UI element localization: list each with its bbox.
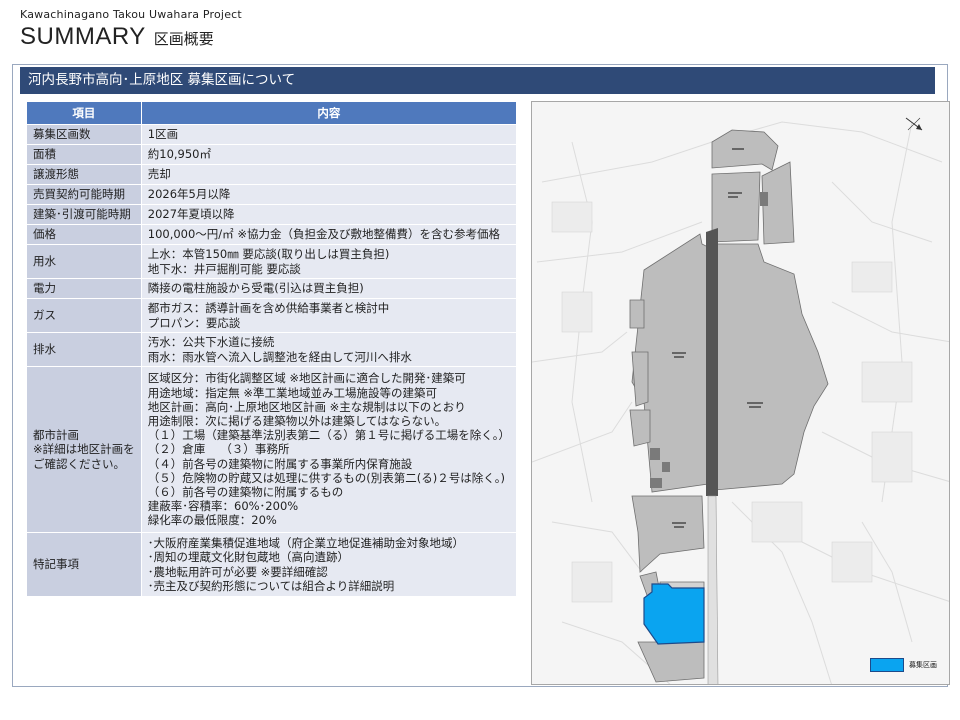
- row-value: 区域区分：市街化調整区域 ※地区計画に適合した開発･建築可 用途地域：指定無 ※準…: [140, 366, 518, 533]
- row-label-line: 募集区画数: [33, 127, 91, 142]
- row-value-line: （１）工場（建築基準法別表第二（る）第１号に掲げる工場を除く。）: [147, 428, 510, 443]
- site-map: 募集区画: [531, 101, 950, 685]
- row-value-line: 地下水：井戸掘削可能 要応談: [147, 261, 301, 276]
- row-label: 価格: [26, 224, 142, 245]
- row-value-line: 売却: [147, 167, 171, 182]
- row-label-line: 譲渡形態: [33, 167, 79, 182]
- row-label: ガス: [26, 298, 142, 333]
- row-label-line: 建築･引渡可能時期: [33, 207, 131, 222]
- recruitment-site: [643, 583, 705, 645]
- row-label: 都市計画 ※詳細は地区計画を ご確認ください。: [26, 366, 142, 533]
- row-value: 都市ガス：誘導計画を含め供給事業者と検討中 プロパン：要応談: [140, 298, 518, 333]
- row-label-line: 価格: [33, 227, 56, 242]
- row-value-line: （２）倉庫 （３）事務所: [147, 442, 290, 457]
- row-value-line: 上水：本管150㎜ 要応談(取り出しは買主負担): [147, 247, 390, 262]
- row-label: 譲渡形態: [26, 164, 142, 185]
- row-label: 用水: [26, 244, 142, 279]
- page-subtitle: 区画概要: [153, 30, 214, 48]
- row-value: 2026年5月以降: [140, 184, 518, 205]
- section-title: 河内長野市高向･上原地区 募集区画について: [20, 67, 935, 94]
- table-row: 面積 約10,950㎡: [26, 144, 518, 165]
- row-label-line: 用水: [33, 254, 56, 269]
- table-header-row: 項目 内容: [26, 101, 518, 125]
- page-title: SUMMARY: [20, 23, 146, 50]
- legend-label: 募集区画: [909, 661, 937, 669]
- table-row: 建築･引渡可能時期 2027年夏頃以降: [26, 204, 518, 225]
- row-value-line: 100,000～円/㎡ ※協力金（負担金及び敷地整備費）を含む参考価格: [147, 227, 500, 242]
- row-value-line: （５）危険物の貯蔵又は処理に供するもの(別表第二(る)２号は除く。): [147, 470, 505, 485]
- row-value-line: プロパン：要応談: [147, 315, 241, 330]
- row-value-line: 1区画: [147, 127, 179, 142]
- row-value-line: ･売主及び契約形態については組合より詳細説明: [147, 578, 395, 593]
- row-value: 売却: [140, 164, 518, 185]
- row-label: 面積: [26, 144, 142, 165]
- table-row: 価格 100,000～円/㎡ ※協力金（負担金及び敷地整備費）を含む参考価格: [26, 224, 518, 245]
- row-label-line: ガス: [33, 308, 56, 323]
- row-value-line: ･農地転用許可が必要 ※要詳細確認: [147, 564, 328, 579]
- legend-swatch: [870, 658, 904, 672]
- map-drawing: [532, 102, 949, 684]
- row-label: 建築･引渡可能時期: [26, 204, 142, 225]
- header-content: 内容: [140, 101, 518, 125]
- row-value-line: 汚水：公共下水道に接続: [147, 335, 275, 350]
- table-row: 譲渡形態 売却: [26, 164, 518, 185]
- table-row: ガス 都市ガス：誘導計画を含め供給事業者と検討中 プロパン：要応談: [26, 298, 518, 333]
- table-body: 募集区画数 1区画面積 約10,950㎡譲渡形態 売却売買契約可能時期 2026年5月以…: [26, 124, 518, 597]
- row-label-line: 電力: [33, 281, 56, 296]
- row-label: 特記事項: [26, 532, 142, 597]
- row-label-line: 都市計画: [33, 428, 79, 443]
- row-value-line: 用途制限：次に掲げる建築物以外は建築してはならない。: [147, 413, 447, 428]
- project-name: Kawachinagano Takou Uwahara Project: [20, 8, 242, 21]
- row-value-line: 緑化率の最低限度：20%: [147, 513, 277, 528]
- row-label-line: 売買契約可能時期: [33, 187, 125, 202]
- row-label: 電力: [26, 278, 142, 299]
- title-row: SUMMARY 区画概要: [20, 23, 242, 51]
- header-item: 項目: [26, 101, 142, 125]
- table-row: 電力 隣接の電柱施設から受電(引込は買主負担): [26, 278, 518, 299]
- row-label: 排水: [26, 332, 142, 367]
- row-value: 2027年夏頃以降: [140, 204, 518, 225]
- row-value: 約10,950㎡: [140, 144, 518, 165]
- row-value-line: 建蔽率･容積率：60%･200%: [147, 499, 299, 514]
- row-label-line: 特記事項: [33, 557, 79, 572]
- table-row: 売買契約可能時期 2026年5月以降: [26, 184, 518, 205]
- row-value: 上水：本管150㎜ 要応談(取り出しは買主負担) 地下水：井戸掘削可能 要応談: [140, 244, 518, 279]
- row-value-line: 雨水：雨水管へ流入し調整池を経由して河川へ排水: [147, 349, 412, 364]
- map-legend: 募集区画: [870, 658, 937, 672]
- row-value-line: ･大阪府産業集積促進地域（府企業立地促進補助金対象地域）: [147, 536, 464, 551]
- row-value: 隣接の電柱施設から受電(引込は買主負担): [140, 278, 518, 299]
- row-value: 100,000～円/㎡ ※協力金（負担金及び敷地整備費）を含む参考価格: [140, 224, 518, 245]
- table-row: 都市計画 ※詳細は地区計画を ご確認ください。 区域区分：市街化調整区域 ※地区計画に…: [26, 366, 518, 533]
- row-label-line: 排水: [33, 342, 56, 357]
- table-row: 特記事項 ･大阪府産業集積促進地域（府企業立地促進補助金対象地域） ･周知の埋蔵文化…: [26, 532, 518, 597]
- row-label-line: ※詳細は地区計画を: [33, 442, 135, 457]
- row-value-line: 2027年夏頃以降: [147, 207, 235, 222]
- summary-panel: 河内長野市高向･上原地区 募集区画について 項目 内容 募集区画数 1区画面積 約1…: [12, 64, 950, 687]
- row-label-line: 面積: [33, 147, 56, 162]
- table-row: 募集区画数 1区画: [26, 124, 518, 145]
- row-value: 汚水：公共下水道に接続 雨水：雨水管へ流入し調整池を経由して河川へ排水: [140, 332, 518, 367]
- summary-table: 項目 内容 募集区画数 1区画面積 約10,950㎡譲渡形態 売却売買契約可能時期 20…: [26, 101, 518, 597]
- row-value-line: 用途地域：指定無 ※準工業地域並み工場施設等の建築可: [147, 385, 438, 400]
- table-row: 用水 上水：本管150㎜ 要応談(取り出しは買主負担) 地下水：井戸掘削可能 要応談: [26, 244, 518, 279]
- row-value: 1区画: [140, 124, 518, 145]
- table-row: 排水 汚水：公共下水道に接続 雨水：雨水管へ流入し調整池を経由して河川へ排水: [26, 332, 518, 367]
- row-value-line: 地区計画：高向･上原地区地区計画 ※主な規制は以下のとおり: [147, 399, 466, 414]
- row-label: 募集区画数: [26, 124, 142, 145]
- row-label: 売買契約可能時期: [26, 184, 142, 205]
- row-value-line: 都市ガス：誘導計画を含め供給事業者と検討中: [147, 301, 390, 316]
- row-label-line: ご確認ください。: [33, 456, 125, 471]
- south-road: [707, 495, 719, 684]
- row-value: ･大阪府産業集積促進地域（府企業立地促進補助金対象地域） ･周知の埋蔵文化財包蔵地…: [140, 532, 518, 597]
- row-value-line: 約10,950㎡: [147, 147, 211, 162]
- row-value-line: 区域区分：市街化調整区域 ※地区計画に適合した開発･建築可: [147, 371, 466, 386]
- row-value-line: 隣接の電柱施設から受電(引込は買主負担): [147, 281, 364, 296]
- row-value-line: ･周知の埋蔵文化財包蔵地（高向遺跡）: [147, 550, 349, 565]
- page-header: Kawachinagano Takou Uwahara Project SUMM…: [20, 8, 242, 51]
- row-value-line: （６）前各号の建築物に附属するもの: [147, 485, 344, 499]
- central-road: [706, 228, 718, 496]
- row-value-line: （４）前各号の建築物に附属する事業所内保育施設: [147, 456, 413, 471]
- row-value-line: 2026年5月以降: [147, 187, 231, 202]
